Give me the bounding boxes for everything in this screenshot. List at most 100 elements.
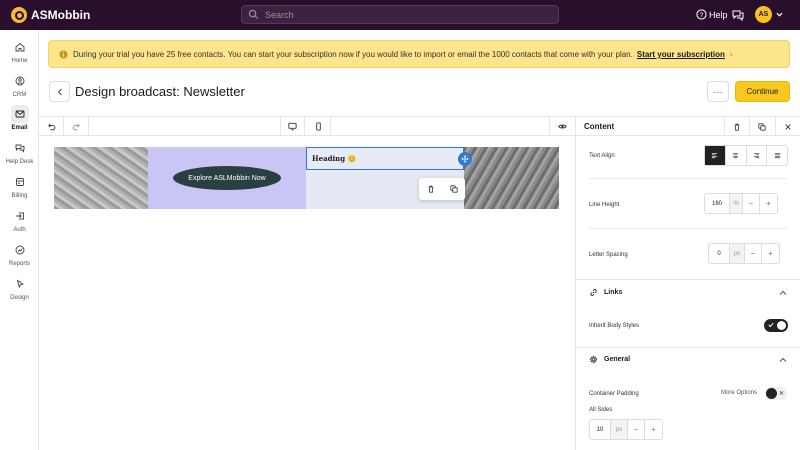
close-panel-button[interactable] — [775, 117, 800, 136]
padding-increment[interactable]: + — [645, 420, 662, 439]
search-input[interactable] — [265, 9, 545, 20]
continue-button[interactable]: Continue — [735, 81, 790, 102]
sidebar-item-home[interactable]: Home — [0, 38, 39, 64]
delete-block-button[interactable] — [724, 117, 749, 136]
sidebar-item-email[interactable]: Email — [0, 105, 39, 131]
content-panel: Content Text Align Line Height 160 % − +… — [575, 116, 800, 450]
duplicate-icon — [758, 122, 766, 131]
start-subscription-link[interactable]: Start your subscription — [637, 50, 725, 59]
chevron-up-icon[interactable] — [779, 356, 787, 364]
line-height-value[interactable]: 160 — [705, 194, 729, 213]
sidebar-item-label: Help Desk — [5, 159, 34, 165]
align-right-button[interactable] — [747, 146, 768, 165]
padding-decrement[interactable]: − — [628, 420, 645, 439]
general-section-header[interactable]: General — [589, 355, 630, 364]
texture-image-left[interactable] — [54, 147, 148, 209]
reports-icon — [15, 245, 24, 255]
letter-spacing-input: 0 px − + — [708, 243, 780, 264]
sidebar-item-label: Auth — [13, 227, 26, 233]
mobile-view-button[interactable] — [306, 117, 331, 136]
sidebar-item-reports[interactable]: Reports — [0, 241, 39, 267]
letter-spacing-value[interactable]: 0 — [709, 244, 729, 263]
sidebar-item-crm[interactable]: CRM — [0, 72, 39, 98]
page-title: Design broadcast: Newsletter — [75, 84, 245, 99]
inherit-body-styles-label: Inherit Body Styles — [589, 323, 640, 329]
more-options-toggle[interactable]: ✕ — [765, 387, 787, 400]
sidebar-item-label: Home — [11, 58, 28, 64]
section-divider — [576, 347, 800, 348]
align-left-button[interactable] — [705, 146, 726, 165]
line-height-increment[interactable]: + — [760, 194, 777, 213]
all-sides-label: All Sides — [589, 407, 613, 413]
trash-icon[interactable] — [427, 185, 435, 193]
preview-button[interactable] — [549, 117, 574, 136]
more-options-button[interactable]: ··· — [707, 81, 729, 102]
sidebar: Home CRM Email Help Desk Billing Auth Re… — [0, 30, 39, 450]
align-right-icon — [753, 152, 759, 159]
block-actions — [419, 178, 465, 200]
help-label: Help — [709, 9, 728, 20]
redo-button[interactable] — [64, 117, 89, 136]
inherit-body-styles-toggle[interactable] — [764, 319, 788, 332]
desktop-icon — [288, 122, 297, 131]
chat-icon[interactable] — [732, 9, 744, 21]
padding-value[interactable]: 10 — [590, 420, 610, 439]
cta-button[interactable]: Explore ASLMobbin Now — [173, 166, 281, 190]
close-icon — [785, 123, 791, 130]
crm-icon — [15, 76, 24, 86]
check-icon — [768, 322, 774, 328]
links-section-header[interactable]: Links — [589, 288, 622, 297]
more-options-label: More Options — [721, 390, 758, 396]
sidebar-item-design[interactable]: Design — [0, 275, 39, 301]
search-icon — [248, 9, 259, 20]
undo-icon — [47, 123, 55, 131]
texture-image-right[interactable] — [464, 147, 559, 209]
undo-button[interactable] — [39, 117, 64, 136]
app-logo[interactable] — [11, 7, 27, 23]
line-height-unit: % — [729, 194, 743, 213]
sidebar-item-help-desk[interactable]: Help Desk — [0, 139, 39, 165]
divider — [588, 178, 788, 179]
chevron-down-icon[interactable] — [776, 11, 783, 18]
align-center-button[interactable] — [726, 146, 747, 165]
line-height-decrement[interactable]: − — [743, 194, 760, 213]
auth-icon — [15, 212, 24, 220]
letter-spacing-label: Letter Spacing — [589, 252, 628, 258]
chevron-up-icon[interactable] — [779, 289, 787, 297]
help-icon: ? — [696, 9, 707, 20]
top-bar: ASMobbin ? Help AS — [0, 0, 800, 30]
divider — [588, 228, 788, 229]
user-avatar[interactable]: AS — [755, 6, 772, 23]
sidebar-item-label: Design — [10, 295, 29, 301]
cta-column[interactable]: Explore ASLMobbin Now — [148, 147, 306, 209]
chevron-left-icon — [57, 88, 62, 95]
letter-spacing-decrement[interactable]: − — [745, 244, 762, 263]
letter-spacing-increment[interactable]: + — [762, 244, 779, 263]
back-button[interactable] — [49, 81, 70, 102]
move-handle[interactable] — [458, 152, 472, 166]
section-divider — [576, 279, 800, 280]
billing-icon — [15, 178, 24, 186]
editor-toolbar — [39, 116, 575, 136]
desktop-view-button[interactable] — [280, 117, 305, 136]
home-icon — [15, 42, 24, 52]
email-content-row[interactable]: Explore ASLMobbin Now Heading 😊 — [54, 147, 559, 209]
sidebar-item-label: Billing — [11, 193, 28, 199]
heading-block[interactable]: Heading 😊 — [306, 147, 464, 170]
links-title: Links — [604, 289, 623, 296]
trial-banner: During your trial you have 25 free conta… — [48, 40, 790, 68]
sidebar-item-auth[interactable]: Auth — [0, 207, 39, 233]
email-icon — [15, 110, 24, 118]
duplicate-block-button[interactable] — [749, 117, 774, 136]
search-bar[interactable] — [241, 5, 559, 24]
redo-icon — [72, 123, 80, 131]
general-title: General — [604, 356, 631, 363]
sidebar-item-label: Email — [11, 125, 28, 131]
help-button[interactable]: ? Help — [696, 9, 728, 20]
sidebar-item-billing[interactable]: Billing — [0, 173, 39, 199]
sidebar-item-label: Reports — [8, 261, 30, 267]
align-justify-button[interactable] — [767, 146, 787, 165]
duplicate-icon[interactable] — [449, 185, 458, 193]
line-height-label: Line Height — [589, 202, 620, 208]
mobile-icon — [315, 122, 321, 131]
